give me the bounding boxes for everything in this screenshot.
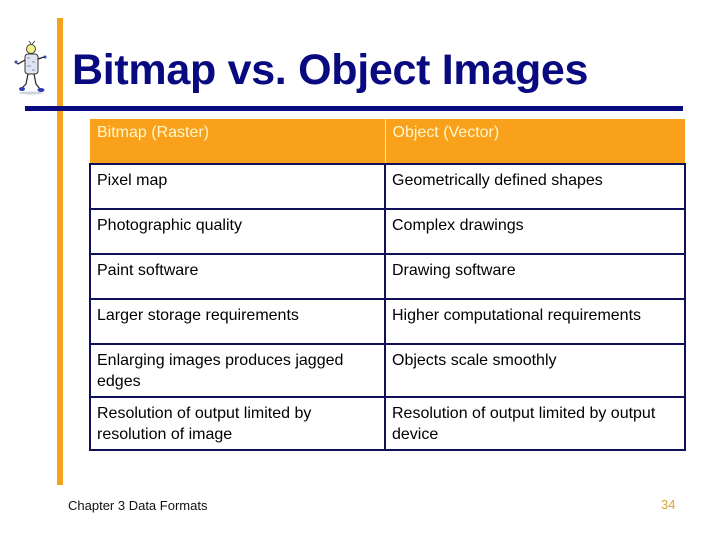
object-cell: Geometrically defined shapes [384, 163, 686, 210]
bitmap-cell: Paint software [89, 253, 386, 300]
walking-robot-clipart-icon [14, 40, 47, 95]
page-number: 34 [661, 497, 676, 512]
table-row: Resolution of output limited by resoluti… [89, 396, 686, 451]
accent-vertical-bar [57, 18, 63, 485]
table-row: Larger storage requirements Higher compu… [89, 298, 686, 345]
table-row: Pixel map Geometrically defined shapes [89, 163, 686, 210]
footer-chapter: Chapter 3 Data Formats [68, 498, 208, 513]
object-cell: Complex drawings [384, 208, 686, 255]
object-cell: Objects scale smoothly [384, 343, 686, 398]
header-bitmap: Bitmap (Raster) [90, 119, 386, 164]
comparison-table: Bitmap (Raster) Object (Vector) Pixel ma… [89, 119, 686, 451]
table-row: Photographic quality Complex drawings [89, 208, 686, 255]
slide-title: Bitmap vs. Object Images [72, 46, 589, 94]
table-row: Enlarging images produces jagged edges O… [89, 343, 686, 398]
object-cell: Drawing software [384, 253, 686, 300]
bitmap-cell: Pixel map [89, 163, 386, 210]
table-header-row: Bitmap (Raster) Object (Vector) [90, 119, 685, 164]
object-cell: Resolution of output limited by output d… [384, 396, 686, 451]
bitmap-cell: Resolution of output limited by resoluti… [89, 396, 386, 451]
object-cell: Higher computational requirements [384, 298, 686, 345]
bitmap-cell: Photographic quality [89, 208, 386, 255]
table-row: Paint software Drawing software [89, 253, 686, 300]
header-object: Object (Vector) [385, 119, 685, 164]
title-underline [25, 106, 683, 111]
bitmap-cell: Enlarging images produces jagged edges [89, 343, 386, 398]
bitmap-cell: Larger storage requirements [89, 298, 386, 345]
